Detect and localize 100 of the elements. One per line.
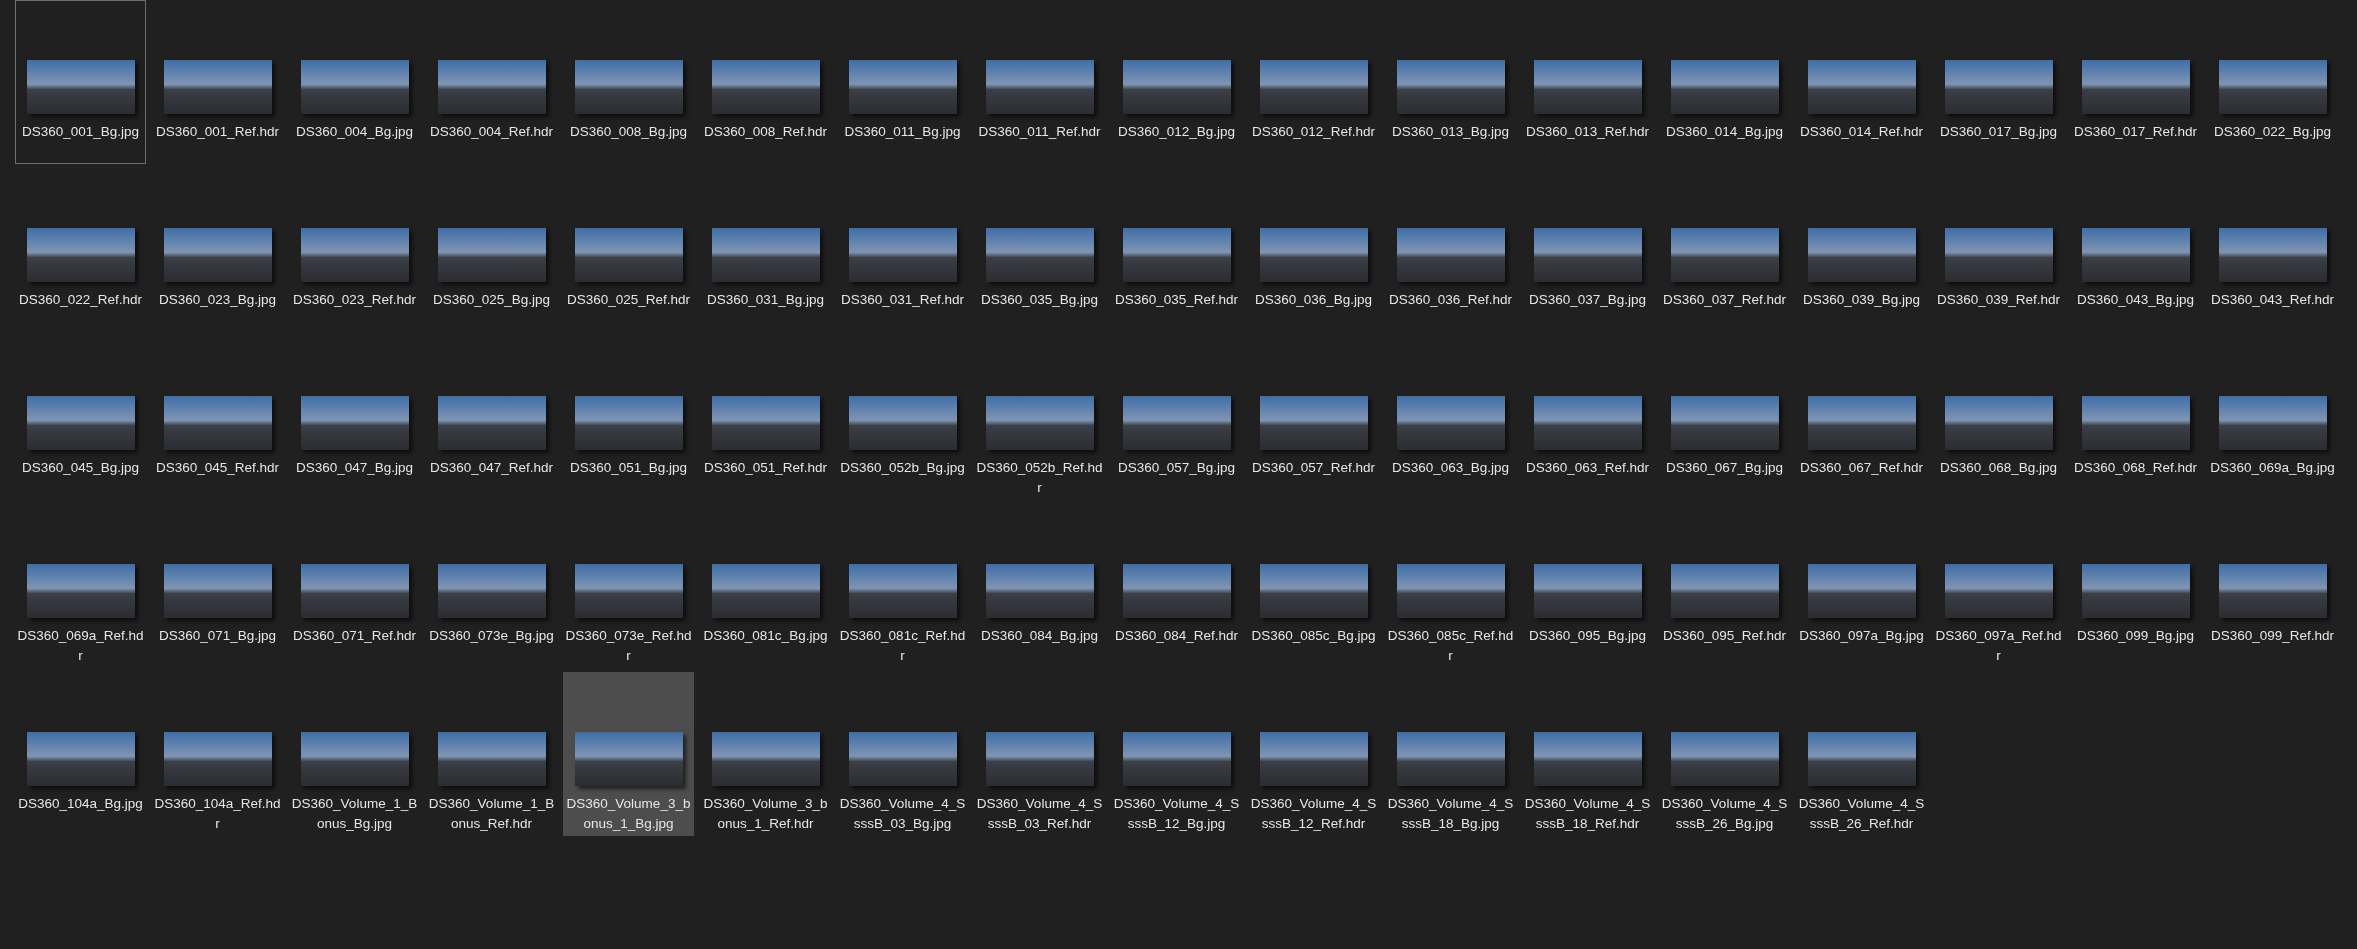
- file-name: DS360_Volume_4_SsssB_03_Ref.hdr: [976, 795, 1103, 833]
- file-item[interactable]: DS360_063_Ref.hdr: [1522, 336, 1653, 500]
- file-item[interactable]: DS360_104a_Bg.jpg: [15, 672, 146, 836]
- file-name: DS360_104a_Bg.jpg: [18, 795, 143, 813]
- file-item[interactable]: DS360_008_Bg.jpg: [563, 0, 694, 164]
- file-item[interactable]: DS360_001_Ref.hdr: [152, 0, 283, 164]
- file-item[interactable]: DS360_081c_Ref.hdr: [837, 504, 968, 668]
- file-item[interactable]: DS360_069a_Bg.jpg: [2207, 336, 2338, 500]
- file-item[interactable]: DS360_047_Bg.jpg: [289, 336, 420, 500]
- file-item[interactable]: DS360_012_Ref.hdr: [1248, 0, 1379, 164]
- file-item[interactable]: DS360_067_Ref.hdr: [1796, 336, 1927, 500]
- file-item[interactable]: DS360_073e_Bg.jpg: [426, 504, 557, 668]
- file-item[interactable]: DS360_017_Ref.hdr: [2070, 0, 2201, 164]
- file-name: DS360_Volume_1_Bonus_Ref.hdr: [428, 795, 555, 833]
- file-name: DS360_031_Ref.hdr: [840, 291, 965, 309]
- file-item[interactable]: DS360_104a_Ref.hdr: [152, 672, 283, 836]
- file-item[interactable]: DS360_Volume_4_SsssB_03_Ref.hdr: [974, 672, 1105, 836]
- file-item[interactable]: DS360_085c_Ref.hdr: [1385, 504, 1516, 668]
- file-item[interactable]: DS360_047_Ref.hdr: [426, 336, 557, 500]
- file-item[interactable]: DS360_Volume_3_bonus_1_Bg.jpg: [563, 672, 694, 836]
- file-item[interactable]: DS360_057_Ref.hdr: [1248, 336, 1379, 500]
- file-item[interactable]: DS360_022_Ref.hdr: [15, 168, 146, 332]
- file-item[interactable]: DS360_068_Ref.hdr: [2070, 336, 2201, 500]
- file-item[interactable]: DS360_Volume_4_SsssB_26_Ref.hdr: [1796, 672, 1927, 836]
- file-item[interactable]: DS360_051_Bg.jpg: [563, 336, 694, 500]
- file-item[interactable]: DS360_023_Ref.hdr: [289, 168, 420, 332]
- file-name: DS360_063_Bg.jpg: [1391, 459, 1510, 477]
- file-item[interactable]: DS360_025_Bg.jpg: [426, 168, 557, 332]
- file-item[interactable]: DS360_099_Bg.jpg: [2070, 504, 2201, 668]
- file-name: DS360_Volume_4_SsssB_18_Ref.hdr: [1524, 795, 1651, 833]
- file-item[interactable]: DS360_013_Ref.hdr: [1522, 0, 1653, 164]
- file-item[interactable]: DS360_011_Bg.jpg: [837, 0, 968, 164]
- file-item[interactable]: DS360_051_Ref.hdr: [700, 336, 831, 500]
- file-item[interactable]: DS360_081c_Bg.jpg: [700, 504, 831, 668]
- file-name: DS360_039_Ref.hdr: [1936, 291, 2061, 309]
- file-item[interactable]: DS360_071_Ref.hdr: [289, 504, 420, 668]
- file-name: DS360_Volume_1_Bonus_Bg.jpg: [291, 795, 418, 833]
- file-item[interactable]: DS360_Volume_4_SsssB_03_Bg.jpg: [837, 672, 968, 836]
- file-item[interactable]: DS360_Volume_4_SsssB_12_Bg.jpg: [1111, 672, 1242, 836]
- file-item[interactable]: DS360_Volume_4_SsssB_18_Bg.jpg: [1385, 672, 1516, 836]
- file-item[interactable]: DS360_Volume_1_Bonus_Ref.hdr: [426, 672, 557, 836]
- file-item[interactable]: DS360_036_Bg.jpg: [1248, 168, 1379, 332]
- file-item[interactable]: DS360_014_Ref.hdr: [1796, 0, 1927, 164]
- file-item[interactable]: DS360_043_Bg.jpg: [2070, 168, 2201, 332]
- file-item[interactable]: DS360_004_Bg.jpg: [289, 0, 420, 164]
- file-name: DS360_051_Bg.jpg: [569, 459, 688, 477]
- file-item[interactable]: DS360_037_Ref.hdr: [1659, 168, 1790, 332]
- file-item[interactable]: DS360_Volume_3_bonus_1_Ref.hdr: [700, 672, 831, 836]
- file-item[interactable]: DS360_Volume_4_SsssB_18_Ref.hdr: [1522, 672, 1653, 836]
- file-item[interactable]: DS360_097a_Bg.jpg: [1796, 504, 1927, 668]
- file-item[interactable]: DS360_035_Bg.jpg: [974, 168, 1105, 332]
- file-item[interactable]: DS360_095_Bg.jpg: [1522, 504, 1653, 668]
- file-name: DS360_004_Ref.hdr: [429, 123, 554, 141]
- file-item[interactable]: DS360_014_Bg.jpg: [1659, 0, 1790, 164]
- file-item[interactable]: DS360_045_Ref.hdr: [152, 336, 283, 500]
- file-item[interactable]: DS360_035_Ref.hdr: [1111, 168, 1242, 332]
- file-item[interactable]: DS360_071_Bg.jpg: [152, 504, 283, 668]
- file-item[interactable]: DS360_012_Bg.jpg: [1111, 0, 1242, 164]
- file-item[interactable]: DS360_017_Bg.jpg: [1933, 0, 2064, 164]
- file-item[interactable]: DS360_036_Ref.hdr: [1385, 168, 1516, 332]
- file-name: DS360_051_Ref.hdr: [703, 459, 828, 477]
- file-item[interactable]: DS360_097a_Ref.hdr: [1933, 504, 2064, 668]
- file-name: DS360_052b_Ref.hdr: [976, 459, 1103, 497]
- file-item[interactable]: DS360_025_Ref.hdr: [563, 168, 694, 332]
- file-item[interactable]: DS360_Volume_4_SsssB_12_Ref.hdr: [1248, 672, 1379, 836]
- file-item[interactable]: DS360_095_Ref.hdr: [1659, 504, 1790, 668]
- file-item[interactable]: DS360_039_Ref.hdr: [1933, 168, 2064, 332]
- file-item[interactable]: DS360_099_Ref.hdr: [2207, 504, 2338, 668]
- file-item[interactable]: DS360_022_Bg.jpg: [2207, 0, 2338, 164]
- file-item[interactable]: DS360_057_Bg.jpg: [1111, 336, 1242, 500]
- file-item[interactable]: DS360_001_Bg.jpg: [15, 0, 146, 164]
- file-item[interactable]: DS360_Volume_4_SsssB_26_Bg.jpg: [1659, 672, 1790, 836]
- file-name: DS360_008_Bg.jpg: [569, 123, 688, 141]
- file-item[interactable]: DS360_023_Bg.jpg: [152, 168, 283, 332]
- file-name: DS360_052b_Bg.jpg: [840, 459, 965, 477]
- file-item[interactable]: DS360_031_Bg.jpg: [700, 168, 831, 332]
- file-name: DS360_068_Ref.hdr: [2073, 459, 2198, 477]
- file-item[interactable]: DS360_011_Ref.hdr: [974, 0, 1105, 164]
- file-name: DS360_036_Bg.jpg: [1254, 291, 1373, 309]
- file-item[interactable]: DS360_004_Ref.hdr: [426, 0, 557, 164]
- file-name: DS360_Volume_4_SsssB_03_Bg.jpg: [839, 795, 966, 833]
- file-item[interactable]: DS360_008_Ref.hdr: [700, 0, 831, 164]
- file-item[interactable]: DS360_084_Ref.hdr: [1111, 504, 1242, 668]
- file-item[interactable]: DS360_073e_Ref.hdr: [563, 504, 694, 668]
- file-item[interactable]: DS360_Volume_1_Bonus_Bg.jpg: [289, 672, 420, 836]
- file-item[interactable]: DS360_043_Ref.hdr: [2207, 168, 2338, 332]
- file-name: DS360_012_Bg.jpg: [1117, 123, 1236, 141]
- file-item[interactable]: DS360_067_Bg.jpg: [1659, 336, 1790, 500]
- file-item[interactable]: DS360_045_Bg.jpg: [15, 336, 146, 500]
- file-item[interactable]: DS360_013_Bg.jpg: [1385, 0, 1516, 164]
- file-item[interactable]: DS360_031_Ref.hdr: [837, 168, 968, 332]
- file-item[interactable]: DS360_069a_Ref.hdr: [15, 504, 146, 668]
- file-item[interactable]: DS360_052b_Bg.jpg: [837, 336, 968, 500]
- file-item[interactable]: DS360_052b_Ref.hdr: [974, 336, 1105, 500]
- file-item[interactable]: DS360_039_Bg.jpg: [1796, 168, 1927, 332]
- file-item[interactable]: DS360_084_Bg.jpg: [974, 504, 1105, 668]
- file-item[interactable]: DS360_068_Bg.jpg: [1933, 336, 2064, 500]
- file-item[interactable]: DS360_063_Bg.jpg: [1385, 336, 1516, 500]
- file-item[interactable]: DS360_037_Bg.jpg: [1522, 168, 1653, 332]
- file-item[interactable]: DS360_085c_Bg.jpg: [1248, 504, 1379, 668]
